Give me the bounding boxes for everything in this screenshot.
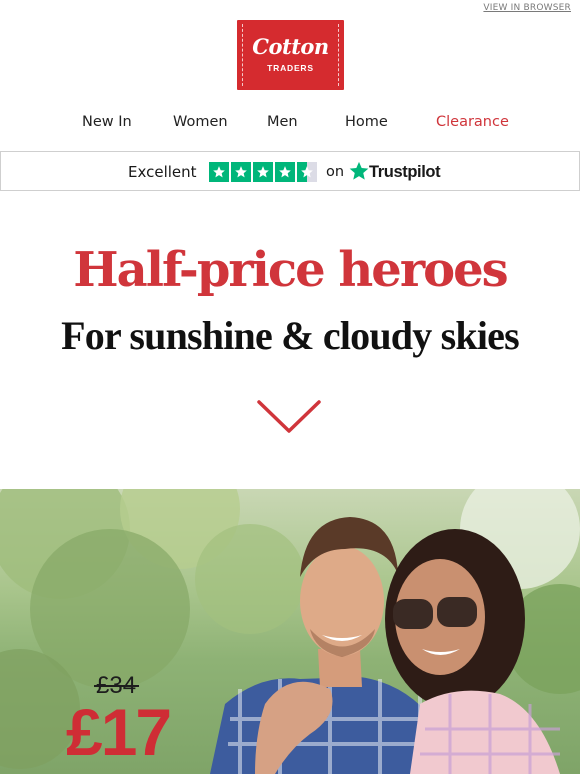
view-in-browser-link[interactable]: VIEW IN BROWSER [483, 3, 571, 13]
page-headline: Half-price heroes [73, 242, 508, 298]
trustpilot-on-text: on [326, 164, 345, 180]
trustpilot-stars [209, 162, 317, 182]
nav-item-home[interactable]: Home [345, 114, 388, 130]
sale-price: £17 [66, 695, 172, 769]
star-icon [253, 162, 273, 182]
nav-item-new-in[interactable]: New In [82, 114, 132, 130]
star-icon [231, 162, 251, 182]
star-icon [209, 162, 229, 182]
hero-image[interactable]: £34 £17 [0, 489, 580, 774]
half-star-icon [297, 162, 317, 182]
trustpilot-rating-text: Excellent [128, 163, 197, 181]
nav-item-clearance[interactable]: Clearance [436, 114, 509, 130]
nav-item-men[interactable]: Men [267, 114, 298, 130]
cotton-traders-logo[interactable]: Cotton TRADERS [237, 20, 344, 90]
logo-subtitle: TRADERS [267, 63, 314, 73]
nav-item-women[interactable]: Women [173, 114, 228, 130]
trustpilot-banner[interactable]: Excellent on Trustpilot [0, 151, 580, 191]
page-subheadline: For sunshine & cloudy skies [61, 313, 520, 358]
star-icon [275, 162, 295, 182]
chevron-down-icon[interactable] [256, 398, 322, 436]
trustpilot-brand: Trustpilot [369, 163, 441, 181]
trustpilot-star-icon [349, 161, 369, 180]
logo-wordmark: Cotton [252, 34, 329, 59]
main-navigation: New In Women Men Home Clearance [0, 112, 580, 134]
